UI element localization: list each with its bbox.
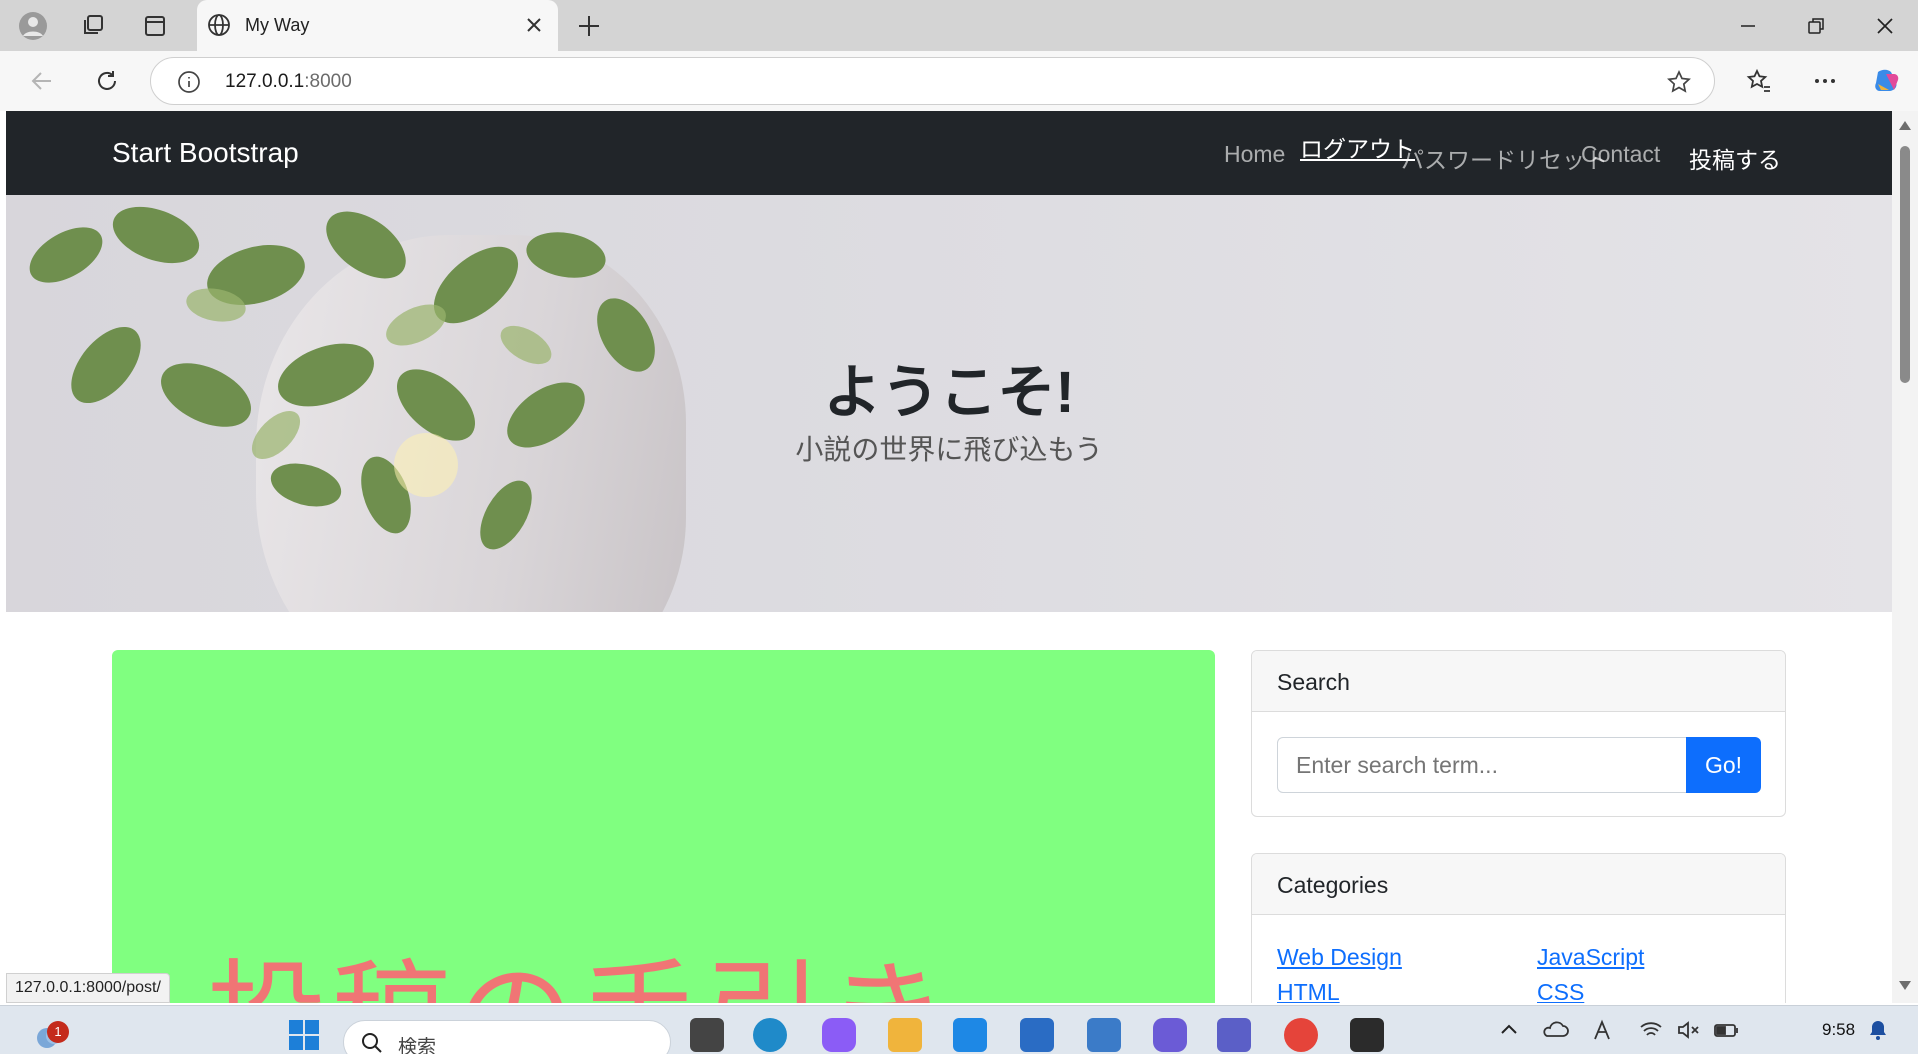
site-info-icon[interactable] [176, 69, 202, 100]
search-go-button[interactable]: Go! [1686, 737, 1761, 793]
scrollbar-thumb[interactable] [1900, 146, 1910, 383]
back-icon[interactable] [25, 64, 59, 98]
address-port: :8000 [304, 71, 352, 92]
address-bar[interactable]: 127.0.0.1:8000 [150, 57, 1715, 105]
restore-icon[interactable] [1791, 9, 1841, 43]
new-tab-icon[interactable] [572, 9, 606, 48]
globe-icon [207, 13, 231, 42]
hero-title: ようこそ! [823, 360, 1075, 425]
favorite-star-icon[interactable] [1666, 69, 1692, 100]
favorites-icon[interactable] [1742, 64, 1776, 98]
screen: { "browser": { "tab_title": "My Way", "a… [0, 0, 1918, 1054]
nav-contact[interactable]: Contact [1581, 141, 1660, 168]
start-windows-icon[interactable] [287, 1018, 321, 1052]
navbar-brand[interactable]: Start Bootstrap [112, 137, 299, 169]
category-link[interactable]: Web Design [1277, 944, 1402, 971]
search-widget-heading: Search [1252, 651, 1785, 712]
tab-actions-icon[interactable] [138, 9, 172, 43]
address-text[interactable]: 127.0.0.1:8000 [225, 71, 352, 93]
profile-icon[interactable] [16, 9, 50, 43]
chrome-icon[interactable] [1284, 1018, 1318, 1052]
remote-desktop-icon[interactable] [1087, 1018, 1121, 1052]
scroll-down-arrow-icon[interactable] [1899, 981, 1911, 990]
battery-icon[interactable] [1713, 1018, 1747, 1052]
notification-badge: 1 [47, 1021, 69, 1043]
close-window-icon[interactable] [1860, 9, 1910, 43]
nav-home[interactable]: Home [1224, 141, 1285, 168]
page-viewport: Start Bootstrap Home ログアウト パスワードリセット Con… [6, 111, 1892, 1003]
hero-subtitle: 小説の世界に飛び込もう [795, 434, 1103, 465]
search-icon [360, 1031, 384, 1054]
edge-browser-icon[interactable] [753, 1018, 787, 1052]
nav-logout[interactable]: ログアウト [1300, 130, 1415, 164]
refresh-icon[interactable] [90, 64, 124, 98]
tray-chevron-icon[interactable] [1497, 1018, 1531, 1052]
wifi-icon[interactable] [1638, 1018, 1672, 1052]
nav-post[interactable]: 投稿する [1689, 141, 1781, 175]
category-link[interactable]: CSS [1537, 979, 1584, 1003]
site-navbar: Start Bootstrap Home ログアウト パスワードリセット Con… [6, 111, 1892, 195]
featured-post-image[interactable]: 投稿の手引き [112, 650, 1215, 1003]
notification-bell-icon[interactable] [1866, 1018, 1900, 1052]
tab-title: My Way [245, 15, 310, 35]
taskbar-clock[interactable]: 9:58 [1822, 1020, 1855, 1040]
tab-active[interactable]: My Way [197, 0, 558, 51]
nav-password-reset[interactable]: パスワードリセット [1401, 141, 1608, 175]
taskbar-search-placeholder: 検索 [398, 1037, 437, 1054]
search-widget: Search Go! [1251, 650, 1786, 817]
search-input[interactable] [1277, 737, 1687, 793]
terminal-icon[interactable] [1350, 1018, 1384, 1052]
collections-icon[interactable] [76, 9, 110, 43]
close-tab-icon[interactable] [522, 13, 546, 42]
masthead: ようこそ! 小説の世界に飛び込もう [6, 195, 1892, 612]
volume-muted-icon[interactable] [1676, 1018, 1710, 1052]
browser-toolbar: 127.0.0.1:8000 [0, 51, 1918, 111]
page-scrollbar[interactable] [1892, 111, 1918, 1003]
more-menu-icon[interactable] [1808, 64, 1842, 98]
vscode-icon[interactable] [953, 1018, 987, 1052]
link-status-bar: 127.0.0.1:8000/post/ [6, 973, 170, 1003]
microsoft-store-icon[interactable] [1020, 1018, 1054, 1052]
taskbar-search[interactable]: 検索 [343, 1020, 671, 1054]
featured-post-image-text: 投稿の手引き [207, 920, 951, 1003]
language-icon[interactable] [1590, 1018, 1624, 1052]
windows-taskbar: 1 検索 9:58 [0, 1005, 1918, 1054]
tab-strip: My Way [0, 0, 1918, 51]
copilot-icon[interactable] [1870, 64, 1904, 98]
category-link[interactable]: HTML [1277, 979, 1340, 1003]
task-view-icon[interactable] [690, 1018, 724, 1052]
onedrive-icon[interactable] [1540, 1018, 1574, 1052]
categories-widget-heading: Categories [1252, 854, 1785, 915]
categories-widget: Categories Web Design JavaScript HTML CS… [1251, 853, 1786, 1003]
copilot-app-icon[interactable] [822, 1018, 856, 1052]
app-icon[interactable] [1153, 1018, 1187, 1052]
file-explorer-icon[interactable] [888, 1018, 922, 1052]
minimize-icon[interactable] [1723, 9, 1773, 43]
teams-icon[interactable] [1217, 1018, 1251, 1052]
scroll-up-arrow-icon[interactable] [1899, 121, 1911, 130]
address-host: 127.0.0.1 [225, 71, 305, 92]
category-link[interactable]: JavaScript [1537, 944, 1644, 971]
